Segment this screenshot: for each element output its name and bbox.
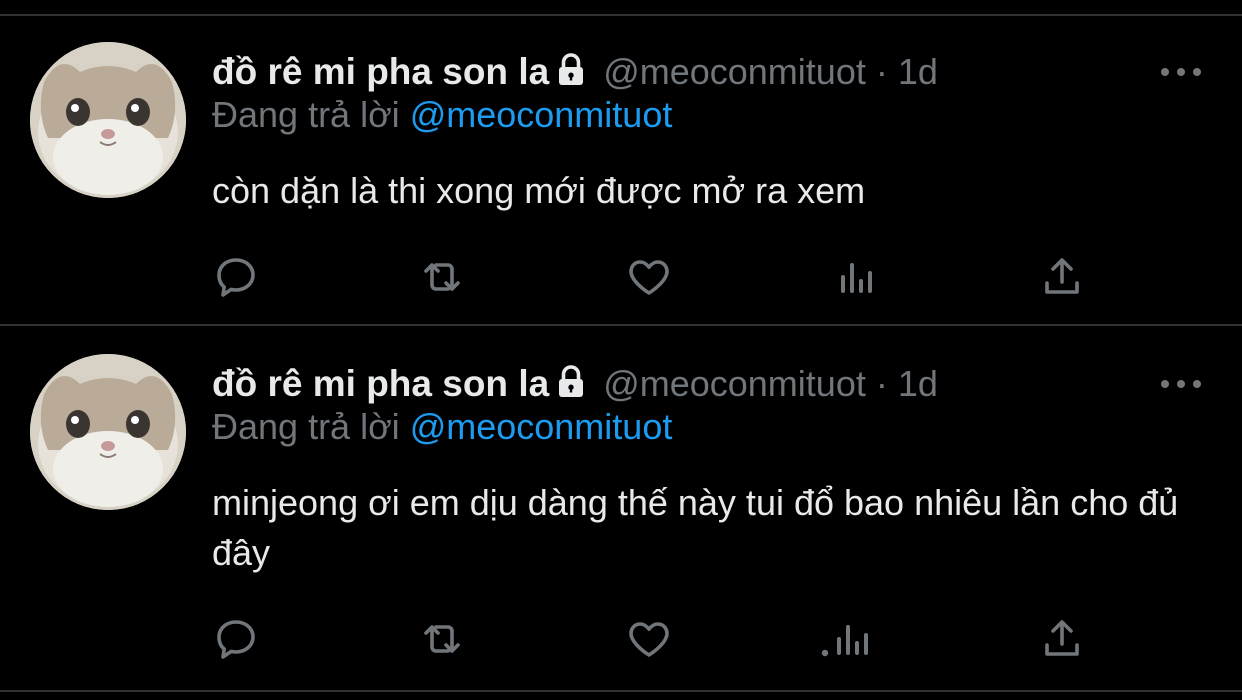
analytics-icon[interactable]	[818, 614, 884, 664]
tweet-text: còn dặn là thi xong mới được mở ra xem	[212, 170, 866, 211]
more-icon[interactable]	[1156, 60, 1206, 84]
reply-mention[interactable]: @meoconmituot	[410, 94, 673, 135]
lock-icon	[553, 364, 589, 405]
retweet-icon[interactable]	[414, 252, 470, 302]
handle[interactable]: @meoconmituot	[603, 363, 866, 405]
tweet-2[interactable]: đồ rê mi pha son la @meoconmituot · 1d Đ…	[0, 354, 1242, 684]
separator-dot: ·	[875, 363, 888, 404]
separator-dot: ·	[875, 51, 888, 92]
display-name[interactable]: đồ rê mi pha son la	[212, 363, 549, 405]
share-icon[interactable]	[1034, 252, 1090, 302]
share-icon[interactable]	[1034, 614, 1090, 664]
action-bar	[0, 252, 1242, 302]
reply-mention[interactable]: @meoconmituot	[410, 406, 673, 447]
tweet-header: đồ rê mi pha son la @meoconmituot · 1d	[212, 354, 938, 414]
timestamp[interactable]: 1d	[898, 363, 938, 405]
analytics-icon[interactable]	[828, 252, 884, 302]
reply-icon[interactable]	[208, 614, 264, 664]
top-divider	[0, 14, 1242, 16]
avatar[interactable]	[30, 42, 186, 198]
action-bar	[0, 614, 1242, 664]
display-name[interactable]: đồ rê mi pha son la	[212, 51, 549, 93]
reply-icon[interactable]	[208, 252, 264, 302]
lock-icon	[553, 52, 589, 93]
more-icon[interactable]	[1156, 372, 1206, 396]
avatar[interactable]	[30, 354, 186, 510]
timestamp[interactable]: 1d	[898, 51, 938, 93]
reply-prefix: Đang trả lời	[212, 94, 400, 135]
reply-context: Đang trả lời @meoconmituot	[212, 94, 672, 136]
like-icon[interactable]	[621, 252, 677, 302]
tweet-divider	[0, 324, 1242, 326]
tweet-text: minjeong ơi em dịu dàng thế này tui đổ b…	[212, 482, 1179, 573]
bottom-divider	[0, 690, 1242, 692]
reply-prefix: Đang trả lời	[212, 406, 400, 447]
tweet-1[interactable]: đồ rê mi pha son la @meoconmituot · 1d Đ…	[0, 42, 1242, 312]
like-icon[interactable]	[621, 614, 677, 664]
tweet-header: đồ rê mi pha son la @meoconmituot · 1d	[212, 42, 938, 102]
handle[interactable]: @meoconmituot	[603, 51, 866, 93]
retweet-icon[interactable]	[414, 614, 470, 664]
reply-context: Đang trả lời @meoconmituot	[212, 406, 672, 448]
